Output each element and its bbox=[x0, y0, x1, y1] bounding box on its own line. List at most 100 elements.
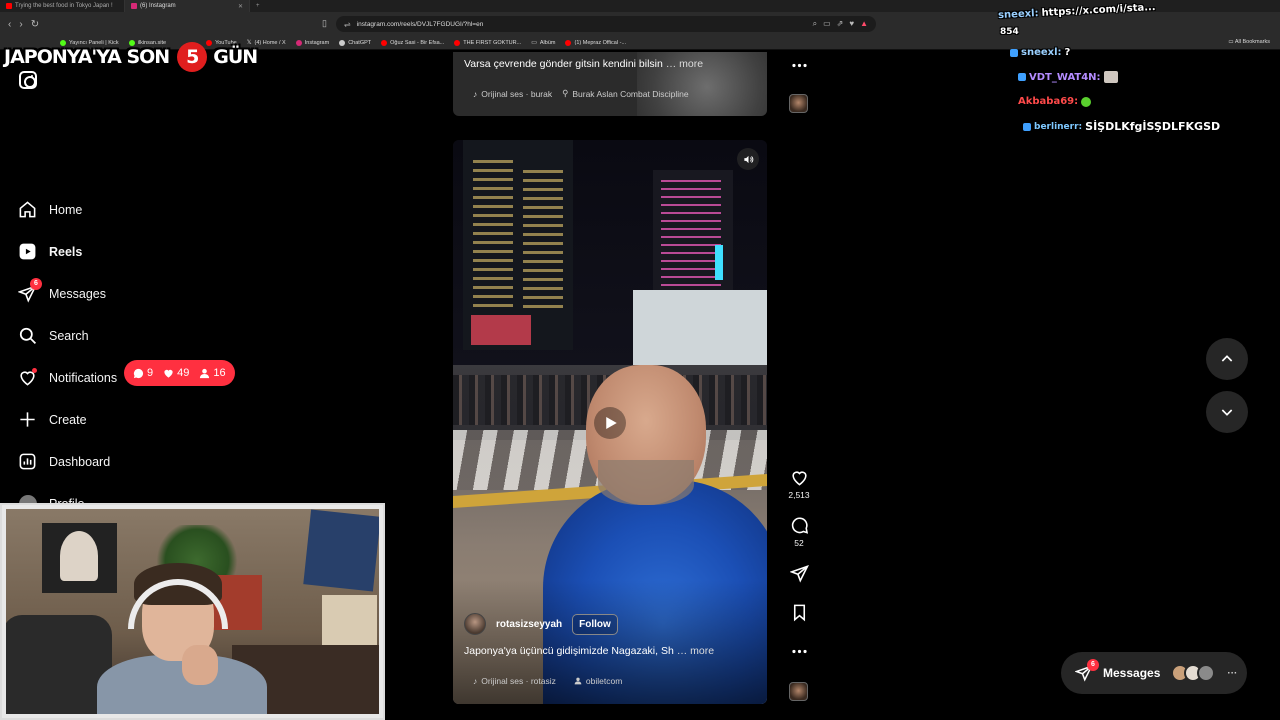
bookmark-label: (4) Home / X bbox=[254, 39, 286, 46]
badge-icon bbox=[1018, 73, 1026, 81]
sidebar-item-create[interactable]: Create bbox=[18, 410, 87, 429]
sidebar-item-label: Create bbox=[49, 412, 87, 427]
zoom-icon[interactable]: ⌕ bbox=[813, 19, 817, 29]
notifications-summary-popup[interactable]: 9 49 16 bbox=[124, 360, 235, 386]
plus-icon bbox=[18, 410, 37, 429]
reels-icon bbox=[18, 242, 37, 261]
share-icon[interactable]: ⇗ bbox=[837, 19, 844, 29]
reel-current-video[interactable]: rotasizseyyah Follow Japonya'ya üçüncü g… bbox=[453, 140, 767, 704]
tab-title: (6) Instagram bbox=[140, 3, 176, 9]
chat-message: sneexl: https://x.com/i/sta... bbox=[998, 2, 1156, 21]
instagram-icon bbox=[295, 39, 302, 46]
comment-icon bbox=[133, 368, 144, 378]
new-tab-icon[interactable]: + bbox=[250, 3, 266, 9]
youtube-icon bbox=[565, 39, 572, 46]
tab-title: Trying the best food in Tokyo Japan ! bbox=[15, 3, 113, 9]
follows-count: 16 bbox=[199, 367, 226, 379]
bookmark-page-icon[interactable]: ▯ bbox=[322, 18, 327, 29]
bookmark-item[interactable]: THE FIRST GOKTUR... bbox=[454, 39, 522, 46]
more-link[interactable]: … more bbox=[666, 58, 703, 70]
comment-button[interactable]: 52 bbox=[784, 516, 814, 548]
bookmark-item[interactable]: (1) Mepraz Offical -... bbox=[565, 39, 626, 46]
sidebar-item-notifications[interactable]: Notifications bbox=[18, 368, 117, 387]
more-link[interactable]: … more bbox=[677, 645, 714, 657]
building bbox=[633, 290, 767, 370]
audio-tag[interactable]: ♪ Orijinal ses · rotasiz bbox=[473, 676, 556, 686]
save-button[interactable] bbox=[784, 603, 814, 622]
bookmark-item[interactable]: Instagram bbox=[295, 39, 330, 46]
youtube-icon bbox=[454, 39, 461, 46]
like-button[interactable]: 2,513 bbox=[784, 468, 814, 500]
location-pin-icon: ⚲ bbox=[562, 88, 569, 98]
chat-text: 854 bbox=[1000, 27, 1019, 37]
bookmark-star-icon[interactable]: ♥ bbox=[849, 19, 854, 29]
sidebar-item-dashboard[interactable]: Dashboard bbox=[18, 452, 110, 471]
sidebar-item-search[interactable]: Search bbox=[18, 326, 89, 345]
screenshot-icon[interactable]: ▭ bbox=[823, 19, 831, 29]
instagram-logo-icon[interactable] bbox=[19, 71, 37, 89]
person-icon bbox=[574, 677, 582, 685]
comment-count: 52 bbox=[794, 538, 804, 548]
share-button[interactable] bbox=[784, 564, 814, 583]
heart-icon bbox=[791, 471, 807, 486]
next-reel-button[interactable] bbox=[1206, 391, 1248, 433]
reload-icon[interactable]: ↻ bbox=[31, 19, 39, 30]
audio-tag[interactable]: ♪ Orijinal ses · burak bbox=[473, 89, 552, 99]
audio-avatar[interactable] bbox=[789, 94, 808, 113]
badge-icon bbox=[1010, 48, 1018, 57]
sidebar-item-messages[interactable]: 6 Messages bbox=[18, 278, 106, 303]
sidebar-item-reels[interactable]: Reels bbox=[18, 242, 82, 261]
neon-sign bbox=[715, 245, 723, 280]
sidebar-item-label: Dashboard bbox=[49, 454, 111, 469]
more-dots-icon bbox=[791, 649, 807, 654]
follows-count-value: 16 bbox=[213, 367, 226, 379]
audio-avatar[interactable] bbox=[789, 682, 808, 701]
countdown-days: 5 bbox=[177, 42, 208, 72]
bookmark-label: ChatGPT bbox=[348, 39, 372, 46]
chat-username: berlinerr: bbox=[1034, 121, 1083, 132]
forward-icon[interactable]: › bbox=[19, 19, 22, 30]
bookmark-label: THE FIRST GOKTUR... bbox=[463, 39, 522, 46]
site-info-icon[interactable]: ⇌ bbox=[344, 20, 351, 29]
bookmark-item[interactable]: ChatGPT bbox=[339, 39, 372, 46]
chevron-down-icon bbox=[1221, 409, 1233, 416]
address-bar[interactable]: ⇌ instagram.com/reels/DVJL7FGDUGI/?hl=en… bbox=[336, 16, 876, 32]
volume-icon bbox=[743, 155, 753, 163]
gaming-chair bbox=[2, 615, 112, 718]
anime-poster bbox=[42, 523, 117, 593]
sidebar-item-label: Search bbox=[49, 328, 89, 343]
stream-chat-overlay: sneexl: https://x.com/i/sta... 854 sneex… bbox=[998, 0, 1280, 140]
author-avatar[interactable] bbox=[464, 613, 486, 635]
bookmark-label: Instagram bbox=[304, 39, 330, 46]
reel-caption-text: Varsa çevrende gönder gitsin kendini bil… bbox=[464, 58, 663, 70]
likes-count: 49 bbox=[163, 367, 189, 379]
home-icon bbox=[18, 200, 37, 219]
bookmark-label: Oğuz Sasi - Bir Efsa... bbox=[390, 39, 445, 46]
back-icon[interactable]: ‹ bbox=[8, 19, 11, 30]
more-options-button[interactable] bbox=[784, 56, 814, 75]
tagged-user[interactable]: obiletcom bbox=[574, 676, 622, 686]
browser-tab-instagram[interactable]: (6) Instagram ✕ bbox=[125, 0, 250, 12]
play-button[interactable] bbox=[594, 407, 626, 439]
billboard bbox=[471, 315, 531, 345]
more-options-button[interactable] bbox=[784, 642, 814, 661]
bookmark-item[interactable]: ▭ Albüm bbox=[531, 39, 555, 47]
messages-floating-button[interactable]: 6 Messages ··· bbox=[1061, 652, 1247, 694]
bookmark-item[interactable]: Oğuz Sasi - Bir Efsa... bbox=[381, 39, 445, 46]
previous-reel-button[interactable] bbox=[1206, 338, 1248, 380]
like-count: 2,513 bbox=[788, 490, 810, 500]
sidebar-item-home[interactable]: Home bbox=[18, 200, 82, 219]
chat-message: 854 bbox=[1000, 27, 1019, 37]
location-tag[interactable]: ⚲ Burak Aslan Combat Discipline bbox=[562, 88, 688, 99]
comments-count: 9 bbox=[133, 367, 153, 379]
reel-caption-text: Japonya'ya üçüncü gidişimizde Nagazaki, … bbox=[464, 645, 674, 657]
extension-icon[interactable]: ▲ bbox=[860, 19, 868, 29]
music-note-icon: ♪ bbox=[473, 676, 478, 686]
close-tab-icon[interactable]: ✕ bbox=[238, 3, 243, 10]
author-username[interactable]: rotasizseyyah bbox=[496, 619, 562, 630]
reel-previous[interactable]: Varsa çevrende gönder gitsin kendini bil… bbox=[453, 52, 767, 116]
browser-tab-youtube[interactable]: Trying the best food in Tokyo Japan ! bbox=[0, 0, 125, 12]
volume-button[interactable] bbox=[737, 148, 759, 170]
follow-button[interactable]: Follow bbox=[572, 613, 618, 635]
likes-count-value: 49 bbox=[177, 367, 190, 379]
